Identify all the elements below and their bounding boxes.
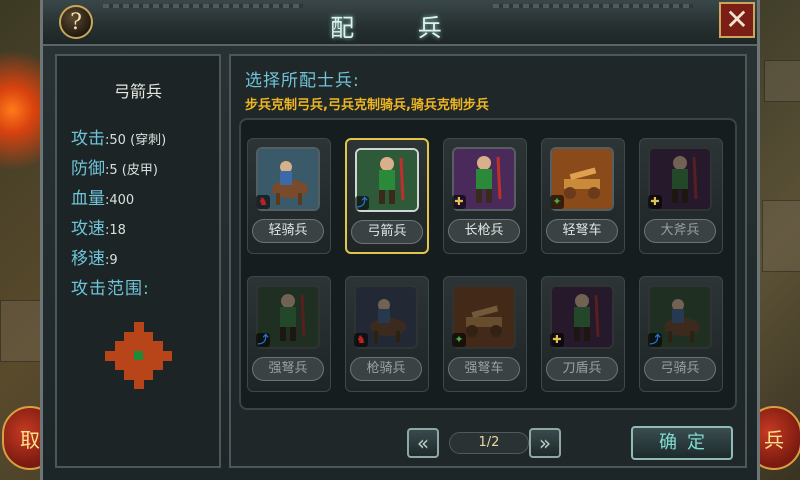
range-cell [152, 341, 163, 351]
range-cell [143, 369, 153, 380]
range-cell [114, 341, 125, 351]
right-side-button-label: 兵 [764, 427, 784, 452]
stat-key: 防御 [71, 159, 105, 179]
double-chevron-left-icon: « [416, 431, 430, 455]
stat-value: 18 [109, 223, 126, 238]
horse-type-icon: ♞ [256, 195, 270, 209]
range-cell [114, 350, 125, 361]
question-mark-icon: ? [70, 9, 82, 35]
unit-card[interactable]: ♞ 枪骑兵 [345, 276, 429, 392]
confirm-button[interactable]: 确定 [631, 426, 733, 460]
unit-card[interactable]: ✚ 大斧兵 [639, 138, 723, 254]
range-cell [105, 350, 115, 361]
unit-card[interactable]: ⤴ 弓箭兵 [345, 138, 429, 254]
unit-card[interactable]: ✦ 强弩车 [443, 276, 527, 392]
range-cell [133, 379, 144, 389]
range-cell [124, 350, 134, 361]
left-side-button-label: 取 [20, 427, 40, 452]
unit-name-label: 大斧兵 [644, 219, 716, 243]
siege-type-icon: ✦ [452, 333, 466, 347]
stat-row: 移速:9 [71, 244, 118, 269]
unit-card[interactable]: ✦ 轻弩车 [541, 138, 625, 254]
unit-name-label: 强弩车 [448, 357, 520, 381]
prev-page-button[interactable]: « [407, 428, 439, 458]
stat-row: 攻速:18 [71, 214, 126, 239]
stat-row: 血量:400 [71, 184, 134, 209]
unit-name-label: 枪骑兵 [350, 357, 422, 381]
range-cell [143, 341, 153, 351]
range-cell [152, 350, 163, 361]
range-cell [124, 369, 134, 380]
unit-name-label: 弓骑兵 [644, 357, 716, 381]
unit-name-label: 长枪兵 [448, 219, 520, 243]
stat-row: 攻击:50 (穿刺) [71, 124, 166, 149]
range-cell [133, 360, 144, 370]
siege-type-icon: ✦ [550, 195, 564, 209]
page-indicator: 1/2 [449, 432, 529, 454]
range-cell [143, 331, 153, 342]
range-cell [124, 341, 134, 351]
stat-row: 防御:5 (皮甲) [71, 154, 158, 179]
stat-value: 9 [109, 253, 118, 268]
unit-name-label: 强弩兵 [252, 357, 324, 381]
range-cell [133, 369, 144, 380]
range-cell [133, 341, 144, 351]
bow-type-icon: ⤴ [355, 196, 369, 210]
assign-troops-dialog: 配 兵 ? ✕ 弓箭兵 攻击:50 (穿刺) 防御:5 (皮甲) 血量:400 攻速:… [40, 0, 760, 480]
range-cell [133, 322, 144, 332]
range-cell [133, 331, 144, 342]
horse-type-icon: ♞ [354, 333, 368, 347]
stat-value: 50 (穿刺) [109, 133, 167, 148]
stat-key: 血量 [71, 189, 105, 209]
selection-prompt: 选择所配士兵: [245, 71, 360, 91]
help-button[interactable]: ? [59, 5, 93, 39]
unit-card[interactable]: ♞ 轻骑兵 [247, 138, 331, 254]
unit-name-label: 轻弩车 [546, 219, 618, 243]
range-cell [124, 360, 134, 370]
foot-type-icon: ✚ [452, 195, 466, 209]
stat-key: 攻速 [71, 219, 105, 239]
range-cell [143, 360, 153, 370]
map-tile [0, 300, 42, 362]
unit-card[interactable]: ✚ 刀盾兵 [541, 276, 625, 392]
unit-grid: ♞ 轻骑兵 ⤴ 弓箭兵 ✚ 长枪兵 ✦ 轻弩车 ✚ 大斧兵 ⤴ 强弩兵 ♞ 枪骑兵 ✦ 强弩车 ✚ 刀盾兵 ⤴ 弓骑兵 [239, 118, 737, 410]
unit-info-panel: 弓箭兵 攻击:50 (穿刺) 防御:5 (皮甲) 血量:400 攻速:18 移速:9 攻… [55, 54, 221, 468]
unit-card[interactable]: ✚ 长枪兵 [443, 138, 527, 254]
stat-value: 400 [109, 193, 135, 208]
stat-key: 攻击 [71, 129, 105, 149]
selected-unit-name: 弓箭兵 [113, 82, 162, 101]
unit-name-label: 轻骑兵 [252, 219, 324, 243]
range-cell [143, 350, 153, 361]
double-chevron-right-icon: » [538, 431, 552, 455]
range-cell [152, 360, 163, 370]
unit-card[interactable]: ⤴ 弓骑兵 [639, 276, 723, 392]
unit-card[interactable]: ⤴ 强弩兵 [247, 276, 331, 392]
attack-range-grid [105, 322, 172, 389]
next-page-button[interactable]: » [529, 428, 561, 458]
foot-type-icon: ✚ [550, 333, 564, 347]
unit-selection-panel: 选择所配士兵: 步兵克制弓兵,弓兵克制骑兵,骑兵克制步兵 ♞ 轻骑兵 ⤴ 弓箭兵 ✚ 长枪… [229, 54, 747, 468]
close-icon: ✕ [725, 3, 749, 36]
dialog-titlebar: 配 兵 ? ✕ [43, 0, 757, 46]
attack-range-label: 攻击范围: [71, 279, 150, 299]
foot-type-icon: ✚ [648, 195, 662, 209]
map-tile [764, 60, 800, 102]
stat-key: 移速 [71, 249, 105, 269]
bow-type-icon: ⤴ [256, 333, 270, 347]
dialog-title: 配 兵 [330, 14, 470, 42]
bow-type-icon: ⤴ [648, 333, 662, 347]
unit-name-label: 刀盾兵 [546, 357, 618, 381]
counter-rule-text: 步兵克制弓兵,弓兵克制骑兵,骑兵克制步兵 [245, 98, 489, 113]
unit-name-label: 弓箭兵 [351, 220, 423, 244]
map-tile [762, 200, 800, 272]
close-button[interactable]: ✕ [719, 2, 755, 38]
range-center-cell [133, 350, 144, 361]
range-cell [114, 360, 125, 370]
range-cell [124, 331, 134, 342]
stat-value: 5 (皮甲) [109, 163, 158, 178]
range-cell [162, 350, 172, 361]
